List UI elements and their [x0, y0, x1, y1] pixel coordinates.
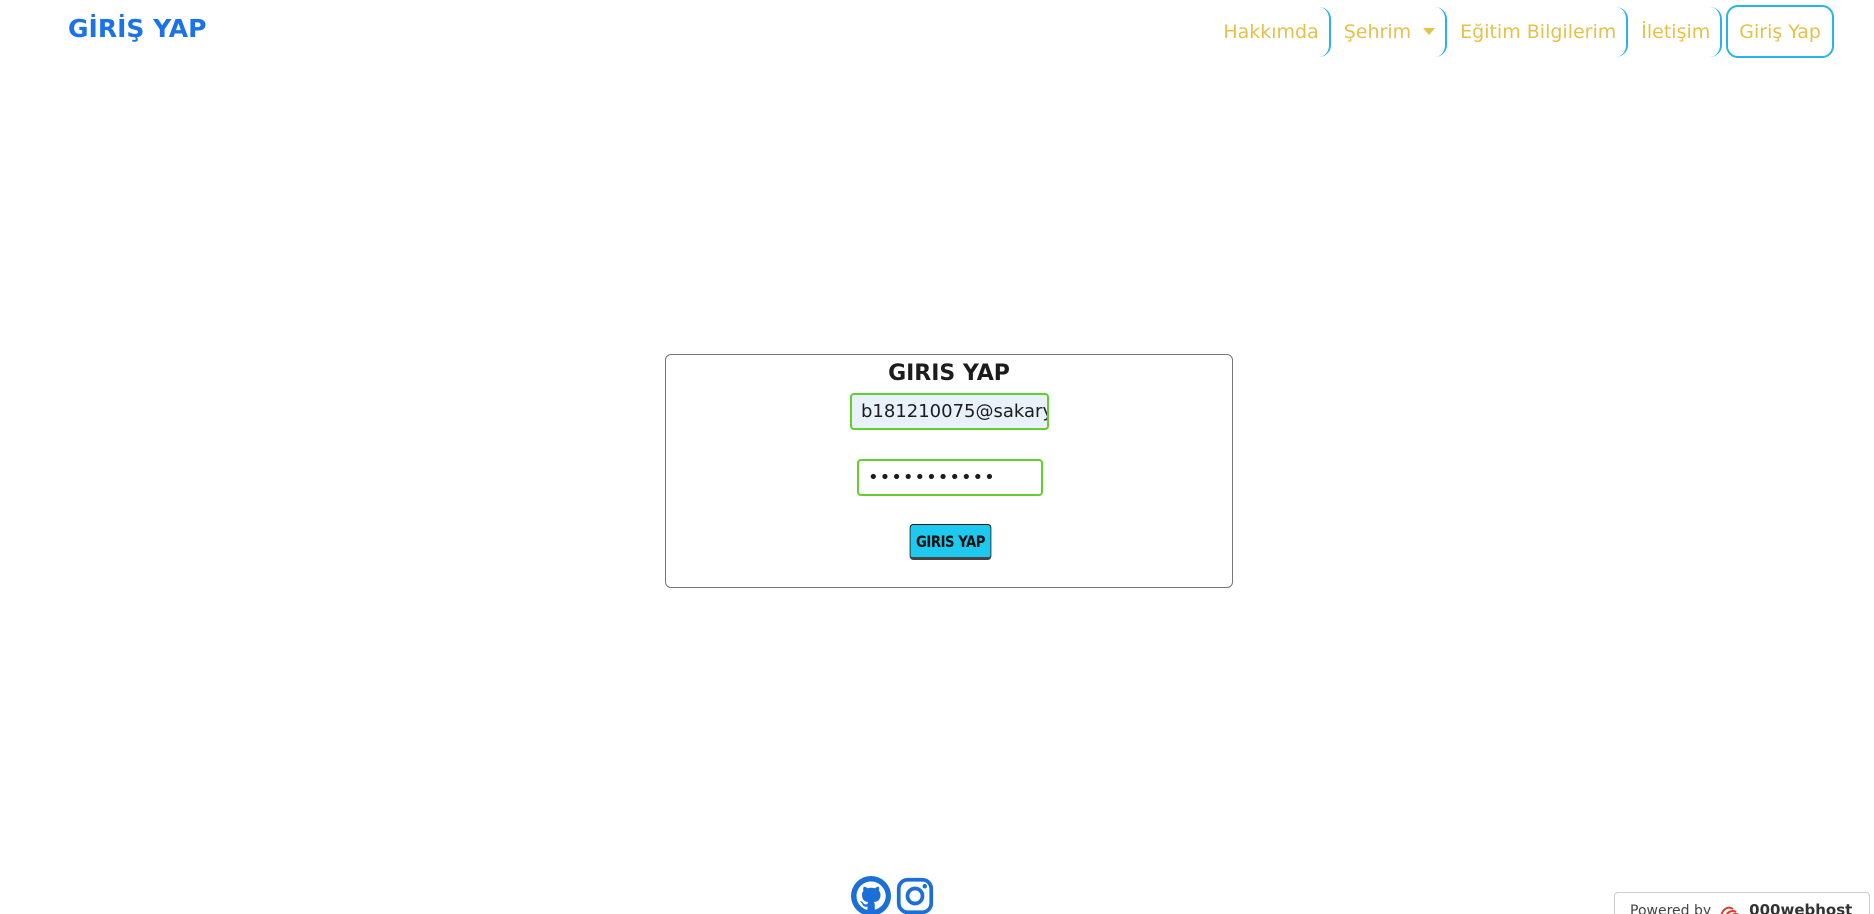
nav-item-sehrim-dropdown[interactable]: Şehrim	[1334, 6, 1448, 57]
navbar-menu: Hakkımda Şehrim Eğitim Bilgilerim İletiş…	[1213, 5, 1834, 58]
nav-item-iletisim[interactable]: İletişim	[1631, 6, 1723, 57]
login-title: GIRIS YAP	[888, 361, 1010, 386]
nav-item-label: Hakkımda	[1223, 20, 1319, 43]
nav-item-label: İletişim	[1641, 20, 1711, 43]
powered-by-label: Powered by	[1630, 903, 1712, 914]
password-field[interactable]	[857, 459, 1043, 496]
github-icon[interactable]	[851, 876, 891, 914]
navbar-brand[interactable]: GİRİŞ YAP	[68, 14, 206, 43]
nav-item-hakkimda[interactable]: Hakkımda	[1213, 6, 1331, 57]
caret-down-icon	[1423, 28, 1436, 35]
social-links	[851, 876, 935, 914]
nav-item-giris-yap[interactable]: Giriş Yap	[1726, 5, 1834, 58]
webhost-logo-icon	[1720, 906, 1740, 914]
page: GİRİŞ YAP Hakkımda Şehrim Eğitim Bilgile…	[0, 0, 1874, 914]
login-submit-button[interactable]: GIRIS YAP	[909, 524, 992, 560]
nav-item-label: Giriş Yap	[1739, 20, 1821, 43]
powered-by-badge[interactable]: Powered by 000webhost	[1614, 892, 1870, 914]
nav-item-label: Şehrim	[1343, 20, 1412, 43]
nav-item-label: Eğitim Bilgilerim	[1460, 20, 1617, 43]
email-field[interactable]	[850, 393, 1049, 430]
login-form: GIRIS YAP GIRIS YAP	[665, 354, 1233, 588]
nav-item-egitim-bilgilerim[interactable]: Eğitim Bilgilerim	[1450, 6, 1629, 57]
webhost-name: 000webhost	[1749, 901, 1853, 914]
instagram-icon[interactable]	[895, 876, 935, 914]
